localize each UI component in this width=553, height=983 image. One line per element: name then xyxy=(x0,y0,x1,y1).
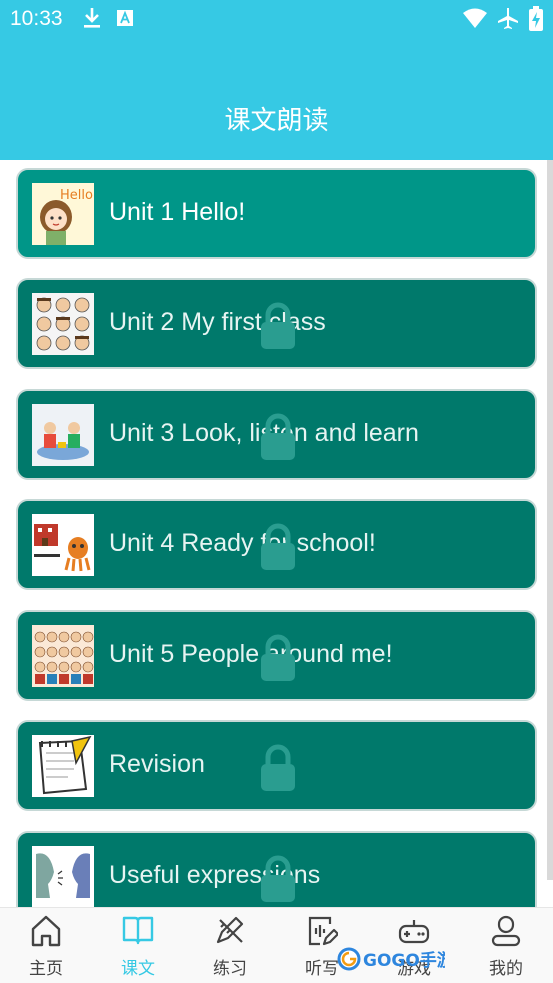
pencil-ruler-icon xyxy=(216,916,244,944)
bottom-tab-bar: 主页 课文 练习 听写 游戏 我的 xyxy=(0,907,553,983)
watermark-text: GOGO手游网 xyxy=(363,950,445,971)
notepad-icon xyxy=(32,735,94,797)
unit-card-3[interactable]: Unit 3 Look, listen and learn xyxy=(16,389,537,480)
unit-card-5[interactable]: Unit 5 People around me! xyxy=(16,610,537,701)
svg-text:Hello: Hello xyxy=(60,188,93,203)
faces-grid-icon xyxy=(32,293,94,355)
unit-card-4[interactable]: Unit 4 Ready for school! xyxy=(16,499,537,590)
tab-label: 练习 xyxy=(213,959,247,979)
dictation-icon xyxy=(308,916,338,946)
lock-icon xyxy=(261,634,295,681)
tab-lessons[interactable]: 课文 xyxy=(92,908,184,983)
watermark-logo: GOGO手游网 xyxy=(337,947,445,971)
tab-label: 我的 xyxy=(489,959,523,979)
tab-label: 课文 xyxy=(121,959,155,979)
lock-icon xyxy=(261,523,295,570)
lock-icon xyxy=(261,744,295,791)
app-bar: 课文朗读 xyxy=(0,38,553,160)
crowd-icon xyxy=(32,625,94,687)
battery-charging-icon xyxy=(529,6,543,31)
unit-list[interactable]: Hello Unit 1 Hello! Unit 2 My first clas… xyxy=(0,160,553,907)
hello-girl-icon: Hello xyxy=(32,183,94,245)
text-a-icon xyxy=(117,10,133,26)
unit-card-revision[interactable]: Revision xyxy=(16,720,537,811)
tab-label: 主页 xyxy=(29,959,63,979)
tab-practice[interactable]: 练习 xyxy=(184,908,276,983)
scrollbar[interactable] xyxy=(547,160,553,880)
status-time: 10:33 xyxy=(10,7,63,30)
wifi-icon xyxy=(463,8,487,28)
talking-faces-icon xyxy=(32,846,94,907)
unit-label: Unit 1 Hello! xyxy=(109,198,246,226)
lock-icon xyxy=(261,413,295,460)
download-icon xyxy=(84,8,100,28)
unit-card-1[interactable]: Hello Unit 1 Hello! xyxy=(16,168,537,259)
airplane-icon xyxy=(498,8,518,29)
lock-icon xyxy=(261,302,295,349)
unit-label: Revision xyxy=(109,750,205,778)
lock-icon xyxy=(261,855,295,902)
status-bar: 10:33 xyxy=(0,0,553,38)
home-icon xyxy=(31,915,61,947)
user-icon xyxy=(491,915,521,947)
unit-card-2[interactable]: Unit 2 My first class xyxy=(16,278,537,369)
unit-label: Unit 5 People around me! xyxy=(109,640,393,668)
tab-home[interactable]: 主页 xyxy=(0,908,92,983)
page-title: 课文朗读 xyxy=(224,106,329,136)
school-octopus-icon xyxy=(32,514,94,576)
kids-playing-icon xyxy=(32,404,94,466)
unit-card-expressions[interactable]: Useful expressions xyxy=(16,831,537,907)
tab-me[interactable]: 我的 xyxy=(460,908,552,983)
book-icon xyxy=(122,916,154,945)
unit-label: Unit 4 Ready for school! xyxy=(109,529,376,557)
